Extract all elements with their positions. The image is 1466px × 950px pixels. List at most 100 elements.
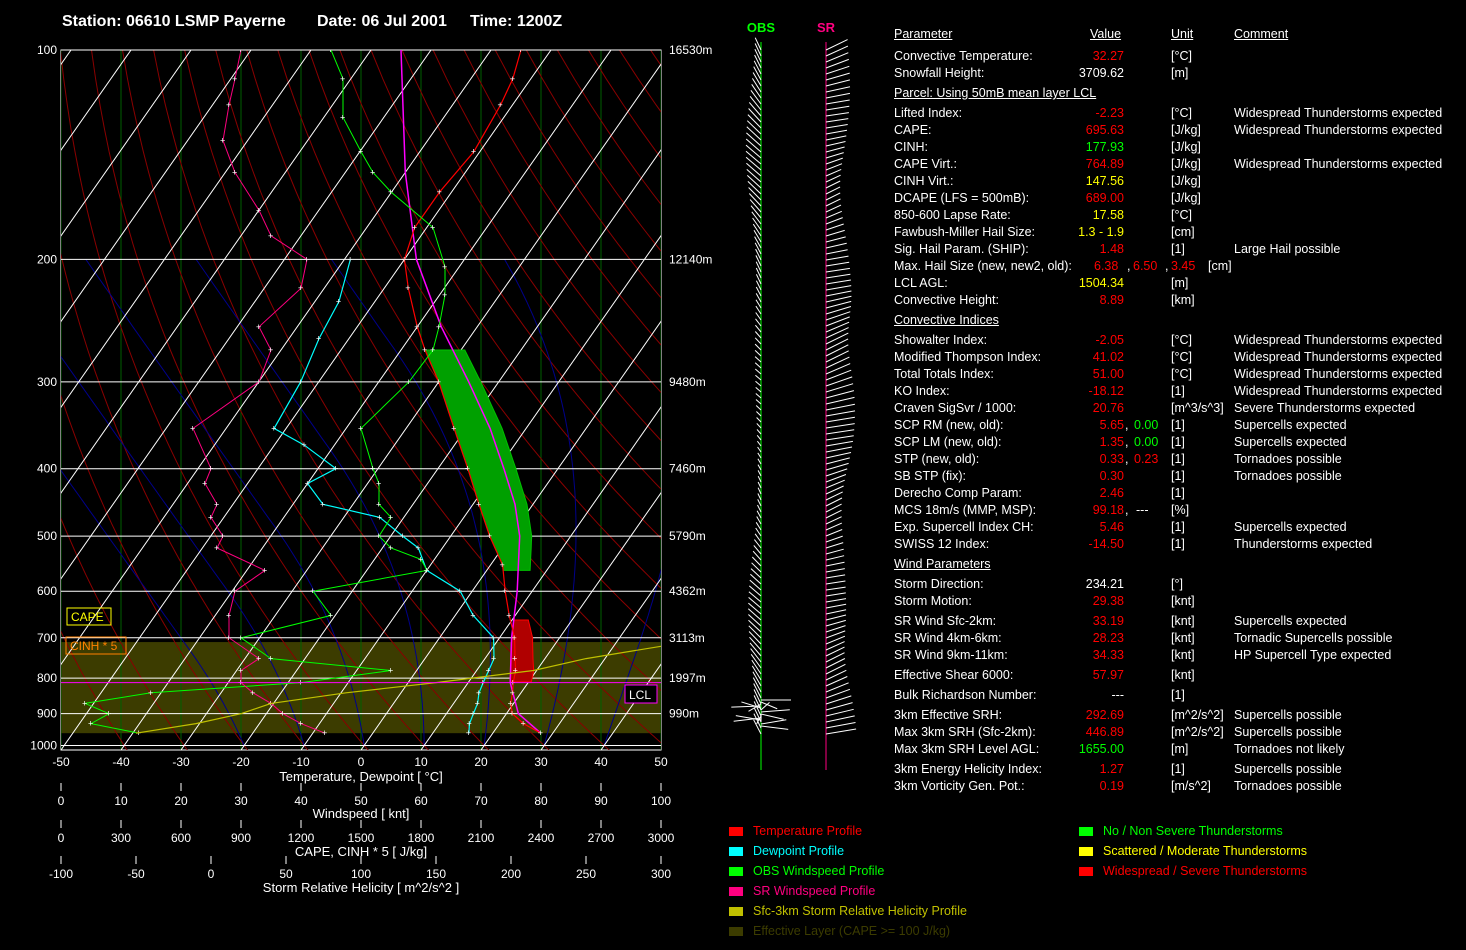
x-tick-label: 40 [594, 755, 608, 769]
dewpoint-point: + [400, 531, 405, 541]
x-tick-label: 10 [414, 755, 428, 769]
param-name: Storm Motion: [894, 594, 972, 608]
wind-barb [752, 217, 762, 231]
param-unit: [m] [1171, 742, 1189, 756]
param-name: Craven SigSvr / 1000: [894, 401, 1017, 415]
wind-barb [756, 429, 762, 435]
x-tick-label: 300 [651, 867, 671, 881]
height-label: 4362m [669, 584, 706, 598]
param-name: SR Wind 9km-11km: [894, 648, 1008, 662]
legend-label: No / Non Severe Thunderstorms [1103, 824, 1283, 838]
param-value: 5.46 [1099, 520, 1124, 534]
param-comment: Severe Thunderstorms expected [1234, 401, 1416, 415]
param-value: 0.19 [1099, 779, 1124, 793]
obs-windspeed-point: + [88, 719, 93, 729]
wind-barb [825, 522, 843, 531]
param-unit: [1] [1171, 435, 1185, 449]
wind-barb [825, 715, 855, 723]
obs-windspeed-point: + [106, 709, 111, 719]
pressure-tick-label: 500 [37, 529, 57, 543]
param-unit: [1] [1171, 469, 1185, 483]
wind-barb [825, 249, 848, 255]
wind-barb [825, 603, 847, 609]
temperature-point: + [451, 423, 456, 433]
sr-windspeed-point: + [190, 423, 195, 433]
param-name: KO Index: [894, 384, 950, 398]
wind-barb [825, 574, 846, 579]
x-tick-label: 80 [534, 794, 548, 808]
param-name: 3km Vorticity Gen. Pot.: [894, 779, 1025, 793]
x-tick-label: 0 [58, 831, 65, 845]
x-tick-label: -30 [172, 755, 190, 769]
wind-barb [748, 193, 762, 207]
sr-windspeed-point: + [256, 322, 261, 332]
wind-barb [748, 631, 762, 645]
header-unit: Unit [1171, 27, 1194, 41]
param-name: Exp. Supercell Index CH: [894, 520, 1034, 534]
wind-barb [748, 597, 762, 609]
param-value: 695.63 [1085, 123, 1124, 137]
obs-wind-barbs [745, 37, 762, 735]
param-unit: [m^3/s^3] [1171, 401, 1224, 415]
param-value: 6.38 [1094, 259, 1119, 273]
sr-windspeed-point: + [262, 565, 267, 575]
wind-barb [750, 90, 762, 105]
x-tick-label: 2700 [588, 831, 615, 845]
wind-barb [753, 60, 762, 75]
x-tick-label: 1200 [288, 831, 315, 845]
param-unit: [°C] [1171, 350, 1192, 364]
temperature-point: + [497, 100, 502, 110]
wind-barb [825, 609, 847, 615]
wind-barb [754, 331, 762, 339]
wind-barb [825, 440, 853, 447]
wind-barb [825, 350, 849, 363]
wind-barb [825, 327, 849, 339]
param-name: Showalter Index: [894, 333, 988, 347]
wind-barb [825, 435, 854, 441]
isotherm [0, 50, 11, 750]
height-label: 990m [669, 707, 699, 721]
param-unit: [1] [1171, 384, 1185, 398]
obs-windspeed-point: + [424, 565, 429, 575]
param-name: Lifted Index: [894, 106, 963, 120]
param-value: 234.21 [1085, 577, 1124, 591]
wind-barb [825, 186, 841, 195]
x-tick-label: 1800 [408, 831, 435, 845]
x-tick-label: 300 [111, 831, 131, 845]
param-name: DCAPE (LFS = 500mB): [894, 191, 1030, 205]
param-name: Convective Temperature: [894, 49, 1033, 63]
temperature-point: + [518, 45, 523, 55]
param-unit: [J/kg] [1171, 157, 1201, 171]
x-tick-label: 20 [474, 755, 488, 769]
param-value: 764.89 [1085, 157, 1124, 171]
temperature-point: + [502, 586, 507, 596]
temperature-point: + [510, 688, 515, 698]
height-label: 7460m [669, 462, 706, 476]
wind-barb [755, 387, 762, 393]
param-comment: Supercells expected [1234, 418, 1347, 432]
x-axis-label: Windspeed [ knt] [313, 806, 410, 821]
wind-barb [825, 79, 851, 87]
wind-barb [825, 529, 843, 537]
param-name: LCL AGL: [894, 276, 948, 290]
x-tick-label: -100 [49, 867, 73, 881]
dewpoint-point: + [301, 440, 306, 450]
pressure-tick-label: 900 [37, 707, 57, 721]
sr-windspeed-point: + [298, 719, 303, 729]
wind-barb [754, 368, 762, 375]
temperature-point: + [412, 223, 417, 233]
wind-barb [825, 580, 846, 585]
wind-barb [745, 156, 762, 171]
wind-barb [748, 102, 762, 117]
param-value: 99.18 [1092, 503, 1124, 517]
wind-barb [749, 579, 762, 591]
param-name: Max 3km SRH (Sfc-2km): [894, 725, 1036, 739]
dewpoint-point: + [377, 512, 382, 522]
param-comment: Supercells possible [1234, 725, 1342, 739]
temperature-point: + [437, 187, 442, 197]
dewpoint-point: + [486, 665, 491, 675]
pressure-tick-label: 300 [37, 375, 57, 389]
wind-barb [754, 343, 762, 351]
separator: , [1127, 259, 1131, 273]
temperature-point: + [510, 74, 515, 84]
